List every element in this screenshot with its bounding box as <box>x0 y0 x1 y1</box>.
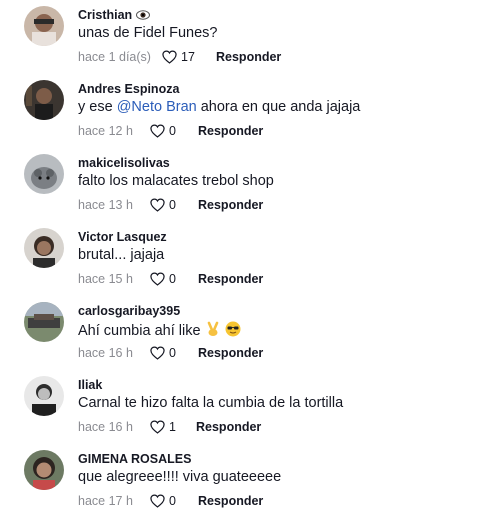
like-button[interactable]: 0 <box>150 346 198 360</box>
avatar[interactable] <box>24 6 64 46</box>
heart-outline-icon <box>150 124 165 138</box>
eye-icon <box>136 10 151 20</box>
heart-outline-icon <box>162 50 177 64</box>
heart-outline-icon <box>150 494 165 508</box>
like-button[interactable]: 0 <box>150 124 198 138</box>
comment-text: brutal... jajaja <box>78 247 165 263</box>
comment-item: Cristhian unas de Fidel Funes? hace 1 dí… <box>0 2 500 76</box>
comment-meta: hace 1 día(s) 17 Responder <box>78 48 281 66</box>
heart-outline-icon <box>150 272 165 286</box>
comment-timestamp: hace 15 h <box>78 272 133 286</box>
comment-item: Andres Espinoza y ese @Neto Bran ahora e… <box>0 76 500 150</box>
comment-item: Victor Lasquez brutal... jajaja hace 15 … <box>0 224 500 298</box>
like-count: 0 <box>169 346 176 360</box>
comment-meta: hace 16 h 0 Responder <box>78 344 263 362</box>
like-count: 0 <box>169 124 176 138</box>
like-count: 0 <box>169 272 176 286</box>
comment-timestamp: hace 16 h <box>78 420 133 434</box>
victory-hand-emoji-icon <box>207 321 218 336</box>
comment-meta: hace 12 h 0 Responder <box>78 122 263 140</box>
comment-text-part: Ahí cumbia ahí like <box>78 323 201 339</box>
avatar[interactable] <box>24 376 64 416</box>
like-count: 0 <box>169 494 176 508</box>
comment-timestamp: hace 13 h <box>78 198 133 212</box>
comment-item: carlosgaribay395 Ahí cumbia ahí like hac… <box>0 298 500 372</box>
avatar[interactable] <box>24 80 64 120</box>
sunglasses-emoji-icon <box>225 321 241 337</box>
mention-link[interactable]: @Neto Bran <box>117 99 197 115</box>
comment-username[interactable]: Victor Lasquez <box>78 230 167 244</box>
comment-item: makicelisolivas falto los malacates treb… <box>0 150 500 224</box>
avatar[interactable] <box>24 228 64 268</box>
like-button[interactable]: 0 <box>150 272 198 286</box>
heart-outline-icon <box>150 420 165 434</box>
comment-list: Cristhian unas de Fidel Funes? hace 1 dí… <box>0 0 500 517</box>
comment-text: Carnal te hizo falta la cumbia de la tor… <box>78 395 344 411</box>
reply-button[interactable]: Responder <box>198 124 263 138</box>
avatar[interactable] <box>24 302 64 342</box>
comment-meta: hace 16 h 1 Responder <box>78 418 261 436</box>
comment-timestamp: hace 1 día(s) <box>78 50 151 64</box>
comment-item: GIMENA ROSALES que alegreee!!!! viva gua… <box>0 446 500 520</box>
comment-text: unas de Fidel Funes? <box>78 25 218 41</box>
comment-username[interactable]: carlosgaribay395 <box>78 304 180 318</box>
comment-meta: hace 15 h 0 Responder <box>78 270 263 288</box>
comment-text-part: ahora en que anda jajaja <box>196 99 361 115</box>
comment-timestamp: hace 12 h <box>78 124 133 138</box>
heart-outline-icon <box>150 346 165 360</box>
comment-meta: hace 17 h 0 Responder <box>78 492 263 510</box>
comment-text: Ahí cumbia ahí like <box>78 321 241 339</box>
comment-username[interactable]: Cristhian <box>78 8 151 22</box>
comment-text: y ese @Neto Bran ahora en que anda jajaj… <box>78 99 360 115</box>
heart-outline-icon <box>150 198 165 212</box>
reply-button[interactable]: Responder <box>198 272 263 286</box>
comment-username[interactable]: Andres Espinoza <box>78 82 179 96</box>
avatar[interactable] <box>24 450 64 490</box>
like-count: 1 <box>169 420 176 434</box>
comment-meta: hace 13 h 0 Responder <box>78 196 263 214</box>
avatar[interactable] <box>24 154 64 194</box>
reply-button[interactable]: Responder <box>198 198 263 212</box>
like-count: 17 <box>181 50 195 64</box>
comment-text: que alegreee!!!! viva guateeeee <box>78 469 282 485</box>
comment-username[interactable]: makicelisolivas <box>78 156 170 170</box>
comment-text: falto los malacates trebol shop <box>78 173 274 189</box>
like-count: 0 <box>169 198 176 212</box>
reply-button[interactable]: Responder <box>198 494 263 508</box>
username-text[interactable]: Cristhian <box>78 8 132 22</box>
like-button[interactable]: 17 <box>162 50 216 64</box>
like-button[interactable]: 1 <box>150 420 196 434</box>
comment-timestamp: hace 16 h <box>78 346 133 360</box>
like-button[interactable]: 0 <box>150 198 198 212</box>
comment-timestamp: hace 17 h <box>78 494 133 508</box>
comment-text-part: y ese <box>78 99 117 115</box>
reply-button[interactable]: Responder <box>196 420 261 434</box>
reply-button[interactable]: Responder <box>216 50 281 64</box>
like-button[interactable]: 0 <box>150 494 198 508</box>
comment-item: Iliak Carnal te hizo falta la cumbia de … <box>0 372 500 446</box>
comment-username[interactable]: GIMENA ROSALES <box>78 452 191 466</box>
reply-button[interactable]: Responder <box>198 346 263 360</box>
comment-username[interactable]: Iliak <box>78 378 102 392</box>
